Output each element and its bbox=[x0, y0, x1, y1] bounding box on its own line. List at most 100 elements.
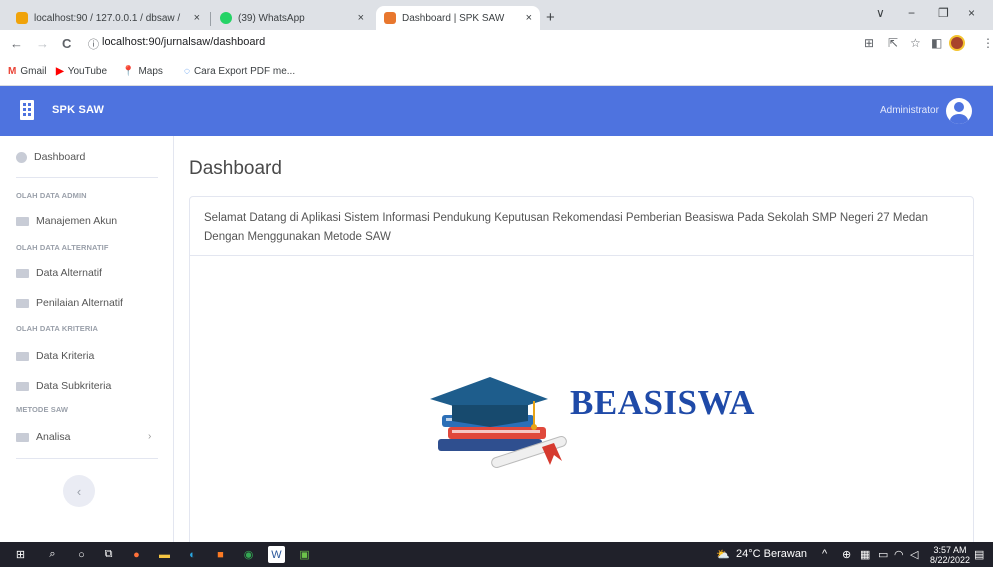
id-card-icon bbox=[16, 216, 29, 226]
tab-dashboard[interactable]: Dashboard | SPK SAW × bbox=[376, 6, 540, 30]
sidebar-item-label: Data Subkriteria bbox=[36, 380, 112, 392]
building-icon bbox=[20, 100, 34, 120]
tray-zoom-icon[interactable]: ▦ bbox=[860, 548, 870, 561]
bookmark-label: YouTube bbox=[67, 66, 107, 77]
sidebar-item-data-kriteria[interactable]: Data Kriteria bbox=[16, 350, 94, 362]
bookmark-label: Cara Export PDF me... bbox=[193, 66, 296, 77]
address-bar[interactable]: ⓘ localhost:90/jurnalsaw/dashboard bbox=[88, 33, 938, 54]
translate-icon[interactable]: ⊞ bbox=[864, 36, 874, 50]
sidebar-heading: OLAH DATA ADMIN bbox=[16, 191, 87, 200]
tab-phpmyadmin[interactable]: localhost:90 / 127.0.0.1 / dbsaw / × bbox=[8, 6, 208, 30]
bookmark-export-pdf[interactable]: ◌ Cara Export PDF me... bbox=[184, 66, 295, 77]
user-edit-icon bbox=[16, 298, 29, 308]
sidebar-heading: OLAH DATA KRITERIA bbox=[16, 324, 99, 333]
brand-name[interactable]: SPK SAW bbox=[52, 104, 104, 116]
battery-icon[interactable]: ▭ bbox=[878, 548, 888, 561]
sidebar-item-penilaian-alternatif[interactable]: Penilaian Alternatif bbox=[16, 297, 123, 309]
user-avatar-icon[interactable] bbox=[946, 98, 972, 124]
profile-avatar[interactable] bbox=[949, 35, 965, 51]
forward-button[interactable]: → bbox=[36, 36, 49, 51]
reload-button[interactable]: C bbox=[62, 36, 71, 51]
clock-date: 8/22/2022 bbox=[930, 555, 971, 565]
edge-icon[interactable]: ◐ bbox=[184, 546, 201, 563]
windows-start-icon[interactable]: ⊞ bbox=[12, 546, 29, 563]
sidebar-item-dashboard[interactable]: Dashboard bbox=[16, 151, 85, 163]
chrome-icon[interactable]: ◉ bbox=[240, 546, 257, 563]
sidebar-heading: METODE SAW bbox=[16, 405, 69, 414]
tab-title: (39) WhatsApp bbox=[238, 12, 305, 24]
sidebar-item-data-alternatif[interactable]: Data Alternatif bbox=[16, 267, 102, 279]
clock-time: 3:57 AM bbox=[933, 545, 967, 555]
site-info-icon[interactable]: ⓘ bbox=[88, 36, 99, 52]
weather-text[interactable]: 24°C Berawan bbox=[736, 548, 807, 560]
close-tab-icon[interactable]: × bbox=[526, 12, 532, 24]
gmail-icon: M bbox=[8, 66, 17, 77]
share-icon[interactable]: ⇱ bbox=[888, 36, 898, 50]
page-title: Dashboard bbox=[189, 158, 282, 179]
firefox-icon[interactable]: ● bbox=[128, 546, 145, 563]
taskbar: ⊞ ⌕ ○ ⧉ ● ▬ ◐ ■ ◉ W ▣ ⛅ 24°C Berawan ^ ⊕… bbox=[0, 542, 993, 567]
sidebar-item-manajemen-akun[interactable]: Manajemen Akun bbox=[16, 215, 117, 227]
sidebar-divider bbox=[16, 177, 158, 178]
sidebar: Dashboard OLAH DATA ADMIN Manajemen Akun… bbox=[0, 136, 174, 542]
tab-strip: localhost:90 / 127.0.0.1 / dbsaw / × (39… bbox=[0, 0, 993, 30]
sidebar-item-label: Data Kriteria bbox=[36, 350, 95, 362]
tab-title: Dashboard | SPK SAW bbox=[402, 12, 505, 24]
tab-search-icon[interactable]: ∨ bbox=[876, 6, 885, 20]
sidebar-toggle-button[interactable]: ‹ bbox=[63, 475, 95, 507]
back-button[interactable]: ← bbox=[10, 36, 23, 51]
bookmark-label: Gmail bbox=[20, 66, 47, 77]
sidebar-item-label: Analisa bbox=[36, 431, 71, 443]
sidebar-item-label: Data Alternatif bbox=[36, 267, 102, 279]
welcome-card: Selamat Datang di Aplikasi Sistem Inform… bbox=[189, 196, 974, 556]
volume-icon[interactable]: ◁ bbox=[910, 548, 918, 561]
main-content: Dashboard Selamat Datang di Aplikasi Sis… bbox=[175, 136, 993, 556]
beasiswa-logo-text: BEASISWA bbox=[570, 383, 755, 422]
xampp-icon[interactable]: ■ bbox=[212, 546, 229, 563]
folder-icon bbox=[16, 432, 29, 442]
sidebar-item-analisa[interactable]: Analisa bbox=[16, 431, 70, 443]
wifi-icon[interactable]: ◠ bbox=[894, 548, 904, 561]
bookmark-maps[interactable]: 📍 Maps bbox=[122, 66, 163, 77]
task-view-icon[interactable]: ⧉ bbox=[100, 546, 117, 563]
minimize-button[interactable]: − bbox=[908, 6, 915, 20]
cortana-icon[interactable]: ○ bbox=[73, 546, 90, 563]
tab-separator bbox=[210, 12, 211, 26]
whatsapp-icon bbox=[220, 12, 232, 24]
bookmark-gmail[interactable]: M Gmail bbox=[8, 66, 46, 77]
file-explorer-icon[interactable]: ▬ bbox=[156, 546, 173, 563]
user-name[interactable]: Administrator bbox=[880, 105, 939, 116]
tray-app-icon[interactable]: ⊕ bbox=[842, 548, 851, 561]
sidebar-item-label: Dashboard bbox=[34, 151, 86, 163]
notification-icon[interactable]: ▤ bbox=[974, 548, 984, 561]
close-window-button[interactable]: × bbox=[968, 6, 975, 20]
image-app-icon[interactable]: ▣ bbox=[296, 546, 313, 563]
new-tab-button[interactable]: + bbox=[546, 9, 555, 26]
table-icon bbox=[16, 381, 29, 391]
weather-icon[interactable]: ⛅ bbox=[716, 548, 730, 561]
url-text[interactable]: localhost:90/jurnalsaw/dashboard bbox=[102, 36, 265, 48]
tab-title: localhost:90 / 127.0.0.1 / dbsaw / bbox=[34, 12, 181, 24]
maximize-button[interactable]: ❐ bbox=[938, 6, 949, 20]
sidebar-heading: OLAH DATA ALTERNATIF bbox=[16, 243, 109, 252]
system-clock[interactable]: 3:57 AM 8/22/2022 bbox=[930, 545, 970, 565]
menu-icon[interactable]: ⋮ bbox=[982, 36, 993, 50]
phpmyadmin-icon bbox=[16, 12, 28, 24]
sidebar-item-label: Penilaian Alternatif bbox=[36, 297, 123, 309]
search-icon[interactable]: ⌕ bbox=[44, 546, 61, 563]
close-tab-icon[interactable]: × bbox=[358, 12, 364, 24]
maps-icon: 📍 bbox=[122, 66, 135, 77]
welcome-message: Selamat Datang di Aplikasi Sistem Inform… bbox=[190, 197, 973, 256]
bookmark-youtube[interactable]: ▶ YouTube bbox=[56, 66, 107, 77]
side-panel-icon[interactable]: ◧ bbox=[931, 36, 942, 50]
sidebar-item-data-subkriteria[interactable]: Data Subkriteria bbox=[16, 380, 111, 392]
tray-chevron-icon[interactable]: ^ bbox=[822, 548, 827, 560]
word-icon[interactable]: W bbox=[268, 546, 285, 563]
users-icon bbox=[16, 268, 29, 278]
sidebar-item-label: Manajemen Akun bbox=[36, 215, 118, 227]
bookmark-star-icon[interactable]: ☆ bbox=[910, 36, 921, 50]
chevron-right-icon[interactable]: › bbox=[148, 431, 151, 442]
close-tab-icon[interactable]: × bbox=[194, 12, 200, 24]
bookmark-label: Maps bbox=[138, 66, 163, 77]
tab-whatsapp[interactable]: (39) WhatsApp × bbox=[212, 6, 372, 30]
